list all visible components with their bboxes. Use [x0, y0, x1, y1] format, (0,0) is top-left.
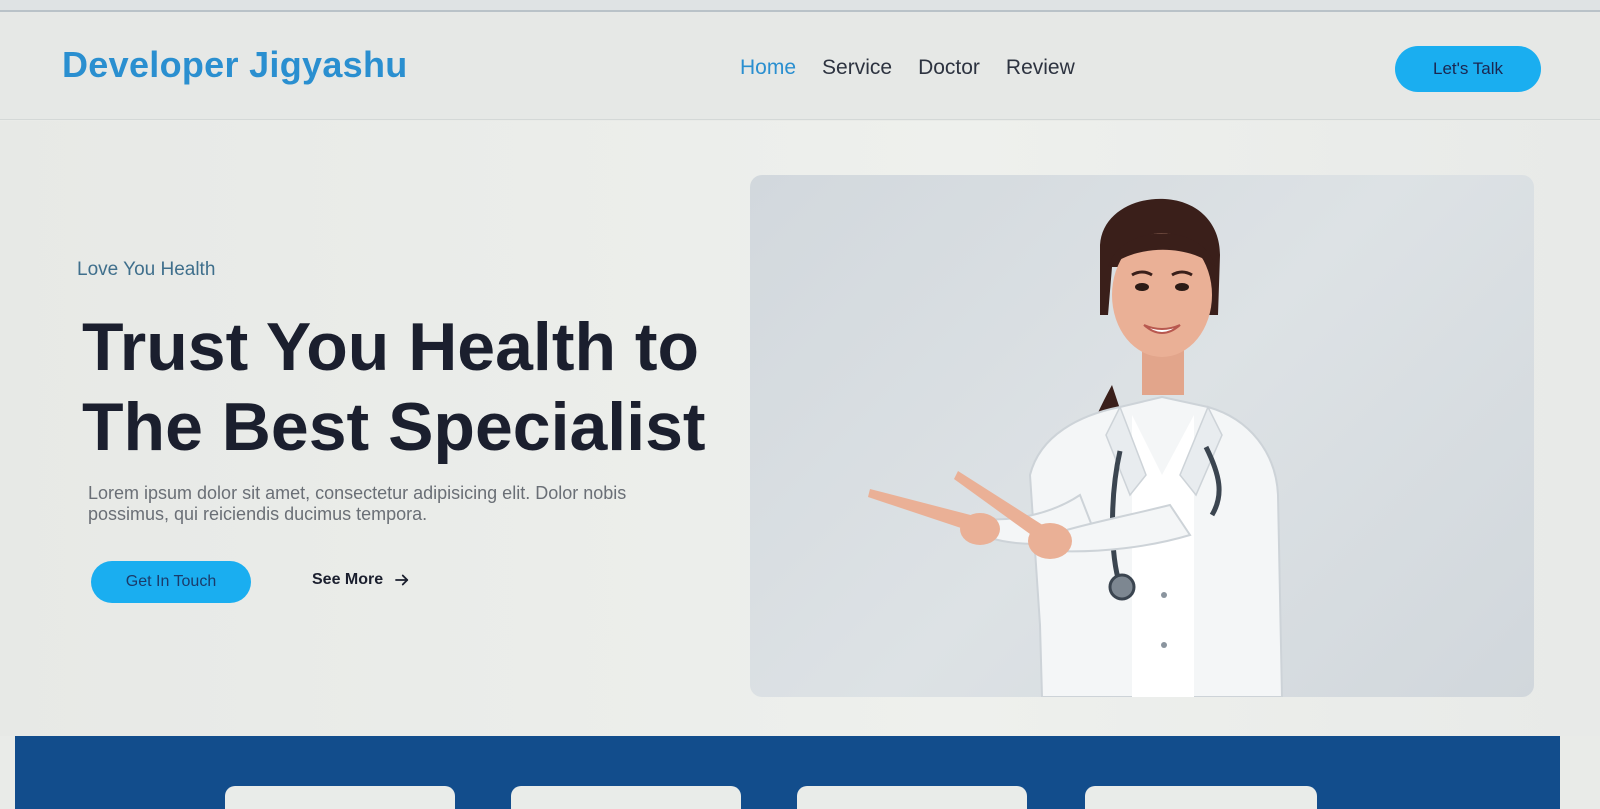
get-in-touch-button[interactable]: Get In Touch [91, 561, 251, 603]
nav-home-link[interactable]: Home [740, 56, 796, 80]
lets-talk-button[interactable]: Let's Talk [1395, 46, 1541, 92]
main-nav: Home Service Doctor Review [740, 56, 1075, 80]
nav-doctor-link[interactable]: Doctor [918, 56, 980, 80]
arrow-right-icon [395, 574, 409, 586]
hero-eyebrow: Love You Health [77, 259, 216, 280]
nav-review-link[interactable]: Review [1006, 56, 1075, 80]
service-card[interactable] [225, 786, 455, 809]
hero-headline: Trust You Health to The Best Specialist [82, 307, 722, 467]
see-more-label: See More [312, 571, 384, 588]
navbar: Developer Jigyashu Home Service Doctor R… [0, 12, 1600, 120]
site-logo[interactable]: Developer Jigyashu [62, 44, 408, 86]
service-card[interactable] [511, 786, 741, 809]
headline-line-2: The Best Specialist [82, 389, 706, 465]
browser-top-strip [0, 0, 1600, 12]
services-band [15, 736, 1560, 809]
service-card[interactable] [1085, 786, 1317, 809]
doctor-illustration [868, 198, 1284, 697]
hero-section: Love You Health Trust You Health to The … [0, 121, 1600, 736]
nav-service-link[interactable]: Service [822, 56, 892, 80]
headline-line-1: Trust You Health to [82, 309, 700, 385]
service-card[interactable] [797, 786, 1027, 809]
see-more-link[interactable]: See More [312, 571, 411, 589]
doctor-photo [750, 175, 1534, 697]
hero-description: Lorem ipsum dolor sit amet, consectetur … [88, 483, 627, 524]
